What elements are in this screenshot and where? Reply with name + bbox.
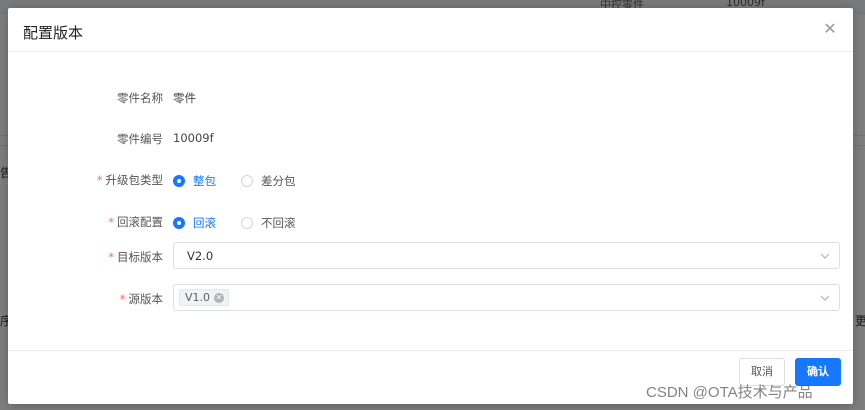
radio-unchecked-icon: [241, 175, 253, 187]
required-mark: *: [108, 250, 114, 264]
source-version-label-text: 源版本: [128, 292, 164, 306]
tag-close-icon[interactable]: ✕: [214, 292, 225, 303]
part-name-value: 零件: [173, 91, 196, 105]
radio-checked-icon: [173, 175, 185, 187]
required-mark: *: [96, 173, 103, 187]
package-type-label: * 升级包类型: [97, 172, 163, 188]
part-number-value: 10009f: [173, 131, 214, 145]
package-type-label-text: 升级包类型: [105, 173, 164, 187]
form-row-source-version: * 源版本 V1.0 ✕: [8, 284, 853, 312]
radio-full-package[interactable]: 整包: [173, 173, 216, 189]
required-mark: *: [108, 215, 114, 229]
radio-unchecked-icon: [241, 217, 253, 229]
form-row-package-type: * 升级包类型 整包 差分包: [8, 166, 853, 194]
dialog-footer-divider: [8, 350, 853, 351]
form-row-part-name: 零件名称 零件: [8, 84, 853, 112]
part-name-label: 零件名称: [117, 91, 163, 105]
radio-no-rollback-label: 不回滚: [261, 216, 296, 230]
source-version-select[interactable]: V1.0 ✕: [173, 284, 840, 311]
chevron-down-icon: [820, 253, 830, 259]
watermark-text: CSDN @OTA技术与产品: [646, 384, 813, 401]
radio-full-package-label: 整包: [193, 174, 216, 188]
config-version-dialog: 配置版本 ✕ 零件名称 零件 零件编号 10009f * 升级包类型 整包 差分包…: [8, 8, 853, 404]
target-version-label: * 目标版本: [108, 249, 163, 265]
source-version-tag-label: V1.0: [185, 291, 211, 304]
radio-diff-package[interactable]: 差分包: [241, 173, 296, 189]
required-mark: *: [119, 292, 126, 306]
target-version-label-text: 目标版本: [117, 250, 163, 264]
source-version-tag: V1.0 ✕: [179, 289, 230, 306]
rollback-label: * 回滚配置: [108, 214, 163, 230]
radio-rollback[interactable]: 回滚: [173, 215, 216, 231]
form-row-rollback: * 回滚配置 回滚 不回滚: [8, 208, 853, 236]
radio-rollback-label: 回滚: [193, 216, 216, 230]
form-row-target-version: * 目标版本 V2.0: [8, 242, 853, 270]
source-version-label: * 源版本: [120, 291, 163, 307]
target-version-select[interactable]: V2.0: [173, 242, 840, 269]
close-icon[interactable]: ✕: [821, 20, 839, 38]
radio-no-rollback[interactable]: 不回滚: [241, 215, 296, 231]
radio-diff-package-label: 差分包: [261, 174, 296, 188]
part-number-label: 零件编号: [117, 132, 163, 146]
rollback-label-text: 回滚配置: [117, 215, 163, 229]
dialog-header: 配置版本 ✕: [8, 8, 853, 52]
dialog-title: 配置版本: [23, 24, 84, 42]
chevron-down-icon: [820, 295, 830, 301]
target-version-value: V2.0: [187, 249, 214, 263]
radio-checked-icon: [173, 217, 185, 229]
form-row-part-number: 零件编号 10009f: [8, 125, 853, 153]
